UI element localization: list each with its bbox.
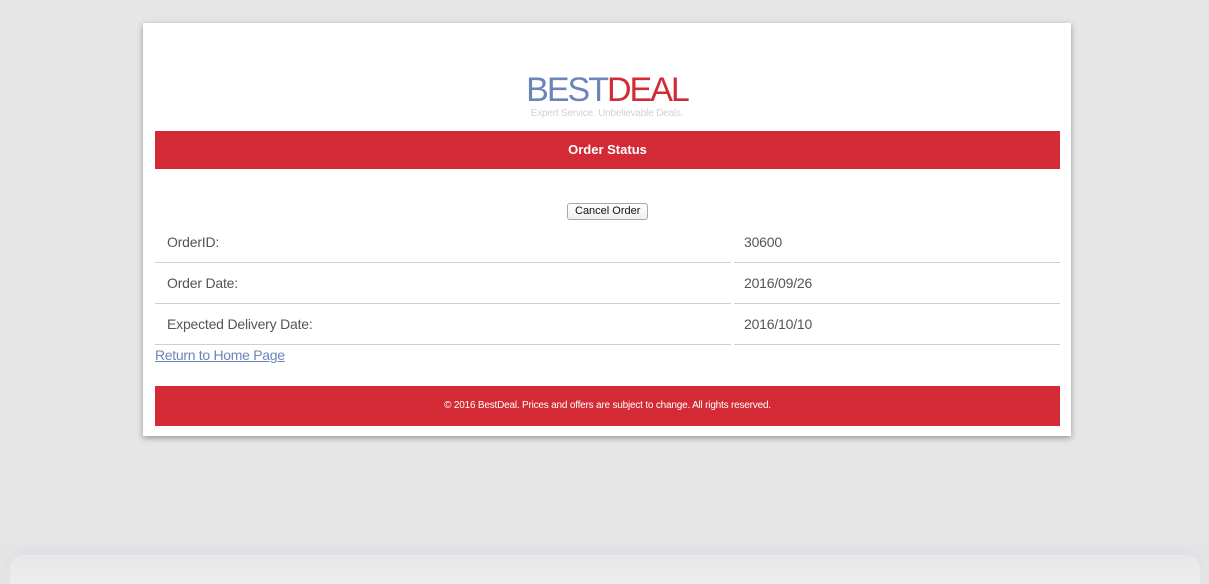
page-title-bar: Order Status (155, 131, 1060, 169)
logo-best-text: BEST (526, 71, 609, 109)
delivery-date-value: 2016/10/10 (734, 304, 1060, 345)
order-id-value: 30600 (734, 222, 1060, 263)
order-date-label: Order Date: (155, 263, 731, 304)
delivery-date-label: Expected Delivery Date: (155, 304, 731, 345)
order-date-value: 2016/09/26 (734, 263, 1060, 304)
brand-logo[interactable]: BESTDEAL (143, 73, 1071, 107)
return-home-link[interactable]: Return to Home Page (155, 347, 285, 363)
cancel-order-button[interactable]: Cancel Order (567, 203, 649, 220)
footer-copyright: © 2016 BestDeal. Prices and offers are s… (444, 400, 771, 411)
order-details-table: OrderID: 30600 Order Date: 2016/09/26 Ex… (155, 222, 1060, 345)
table-row-order-date: Order Date: 2016/09/26 (155, 263, 1060, 304)
bottom-panel-edge (10, 555, 1200, 584)
footer-bar: © 2016 BestDeal. Prices and offers are s… (155, 386, 1060, 426)
order-id-label: OrderID: (155, 222, 731, 263)
table-row-delivery-date: Expected Delivery Date: 2016/10/10 (155, 304, 1060, 345)
brand-tagline: Expert Service. Unbelievable Deals. (530, 108, 684, 119)
order-status-card: BESTDEAL Expert Service. Unbelievable De… (143, 23, 1071, 436)
logo-deal-text: DEAL (606, 71, 690, 109)
page-title: Order Status (568, 142, 647, 157)
table-row-order-id: OrderID: 30600 (155, 222, 1060, 263)
